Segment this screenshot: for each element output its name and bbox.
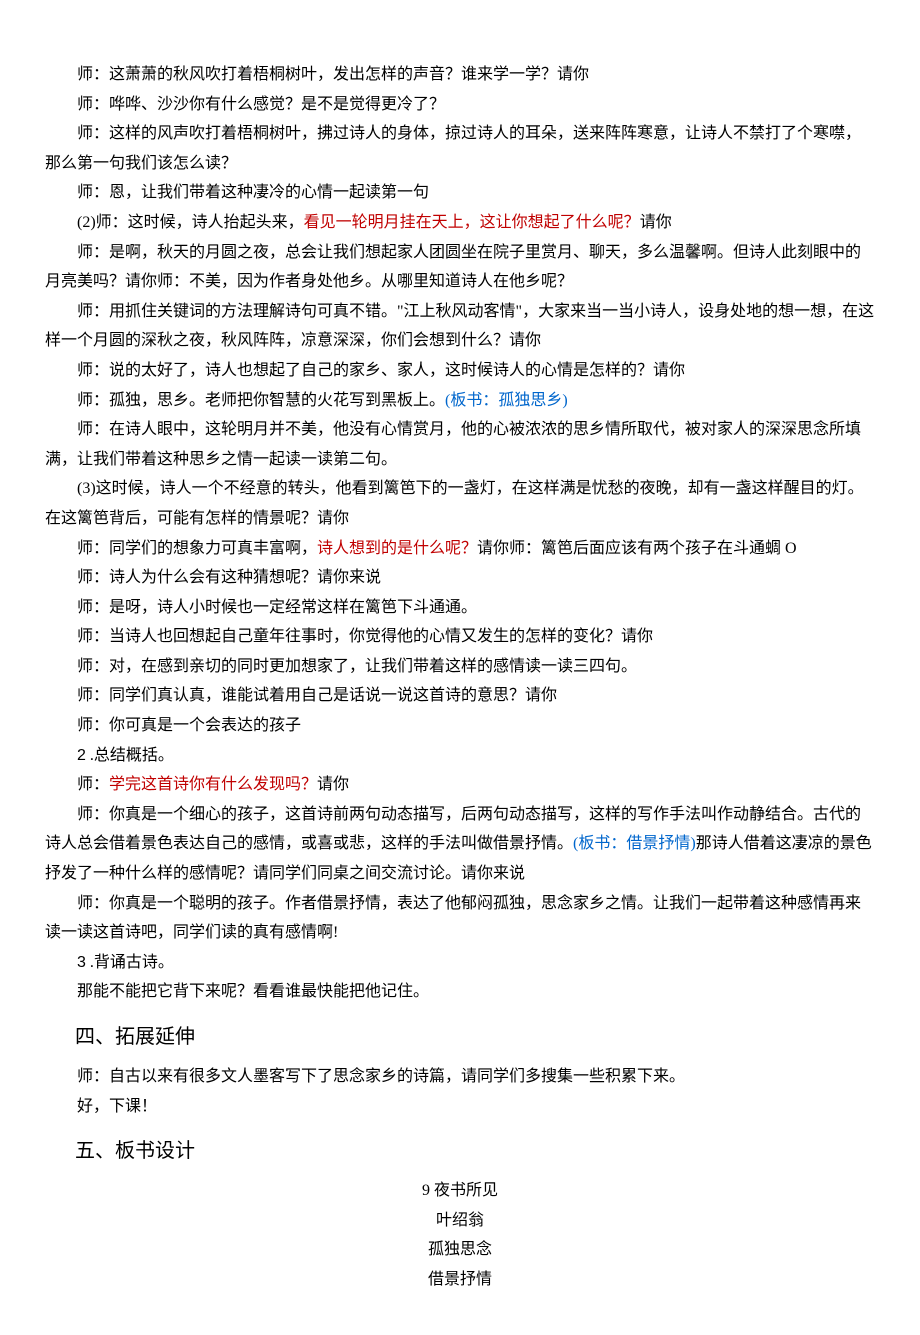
text-plain: 请你师：篱笆后面应该有两个孩子在斗通蜩 O <box>477 540 797 557</box>
teacher-line: 师：是啊，秋天的月圆之夜，总会让我们想起家人团圆坐在院子里赏月、聊天，多么温馨啊… <box>45 238 875 297</box>
text-emphasis-red: 学完这首诗你有什么发现吗？ <box>109 776 317 793</box>
teacher-line: 师：你真是一个聪明的孩子。作者借景抒情，表达了他郁闷孤独，思念家乡之情。让我们一… <box>45 889 875 948</box>
teacher-line: 师：这样的风声吹打着梧桐树叶，拂过诗人的身体，掠过诗人的耳朵，送来阵阵寒意，让诗… <box>45 119 875 178</box>
teacher-line: 好，下课！ <box>45 1092 875 1122</box>
section-heading-five: 五、板书设计 <box>45 1133 875 1170</box>
text-emphasis-red: 看见一轮明月挂在天上，这让你想起了什么呢？ <box>304 214 640 231</box>
teacher-line: 师：学完这首诗你有什么发现吗？请你 <box>45 770 875 800</box>
teacher-line: 师：同学们的想象力可真丰富啊，诗人想到的是什么呢？请你师：篱笆后面应该有两个孩子… <box>45 534 875 564</box>
section-heading-four: 四、拓展延伸 <box>45 1019 875 1056</box>
numbered-item: 2 .总结概括。 <box>45 741 875 771</box>
text-board-note-blue: (板书：借景抒情) <box>573 835 696 852</box>
teacher-line: 师：哗哗、沙沙你有什么感觉？是不是觉得更冷了？ <box>45 90 875 120</box>
text-plain: (2)师：这时候，诗人抬起头来， <box>77 214 304 231</box>
teacher-line: 师：孤独，思乡。老师把你智慧的火花写到黑板上。(板书：孤独思乡) <box>45 386 875 416</box>
item-number: 3 <box>77 954 86 971</box>
item-text: .背诵古诗。 <box>86 954 174 971</box>
teacher-line: (2)师：这时候，诗人抬起头来，看见一轮明月挂在天上，这让你想起了什么呢？请你 <box>45 208 875 238</box>
teacher-line: 师：是呀，诗人小时候也一定经常这样在篱笆下斗通通。 <box>45 593 875 623</box>
numbered-item: 3 .背诵古诗。 <box>45 948 875 978</box>
text-plain: 师：孤独，思乡。老师把你智慧的火花写到黑板上。 <box>77 392 445 409</box>
text-plain: 请你 <box>640 214 672 231</box>
teacher-line: 师：自古以来有很多文人墨客写下了思念家乡的诗篇，请同学们多搜集一些积累下来。 <box>45 1062 875 1092</box>
teacher-line: 师：你真是一个细心的孩子，这首诗前两句动态描写，后两句动态描写，这样的写作手法叫… <box>45 800 875 889</box>
teacher-line: 师：用抓住关键词的方法理解诗句可真不错。"江上秋风动客情"，大家来当一当小诗人，… <box>45 297 875 356</box>
teacher-line: 师：这萧萧的秋风吹打着梧桐树叶，发出怎样的声音？谁来学一学？请你 <box>45 60 875 90</box>
text-plain: 请你 <box>317 776 349 793</box>
board-line: 借景抒情 <box>45 1265 875 1295</box>
teacher-line: 师：同学们真认真，谁能试着用自己是话说一说这首诗的意思？请你 <box>45 681 875 711</box>
teacher-line: 师：说的太好了，诗人也想起了自己的家乡、家人，这时候诗人的心情是怎样的？请你 <box>45 356 875 386</box>
teacher-line: 那能不能把它背下来呢？看看谁最快能把他记住。 <box>45 977 875 1007</box>
teacher-line: 师：诗人为什么会有这种猜想呢？请你来说 <box>45 563 875 593</box>
teacher-line: 师：在诗人眼中，这轮明月并不美，他没有心情赏月，他的心被浓浓的思乡情所取代，被对… <box>45 415 875 474</box>
teacher-line: 师：你可真是一个会表达的孩子 <box>45 711 875 741</box>
board-title: 9 夜书所见 <box>45 1176 875 1206</box>
text-emphasis-red: 诗人想到的是什么呢？ <box>317 540 477 557</box>
board-line: 孤独思念 <box>45 1235 875 1265</box>
board-design-block: 9 夜书所见 叶绍翁 孤独思念 借景抒情 <box>45 1176 875 1294</box>
text-board-note-blue: (板书：孤独思乡) <box>445 392 568 409</box>
teacher-line: 师：对，在感到亲切的同时更加想家了，让我们带着这样的感情读一读三四句。 <box>45 652 875 682</box>
teacher-line: 师：当诗人也回想起自己童年往事时，你觉得他的心情又发生的怎样的变化？请你 <box>45 622 875 652</box>
board-author: 叶绍翁 <box>45 1206 875 1236</box>
item-text: .总结概括。 <box>86 747 174 764</box>
teacher-line: (3)这时候，诗人一个不经意的转头，他看到篱笆下的一盏灯，在这样满是忧愁的夜晚，… <box>45 474 875 533</box>
text-plain: 师：同学们的想象力可真丰富啊， <box>77 540 317 557</box>
text-plain: 师： <box>77 776 109 793</box>
teacher-line: 师：恩，让我们带着这种凄冷的心情一起读第一句 <box>45 178 875 208</box>
item-number: 2 <box>77 747 86 764</box>
